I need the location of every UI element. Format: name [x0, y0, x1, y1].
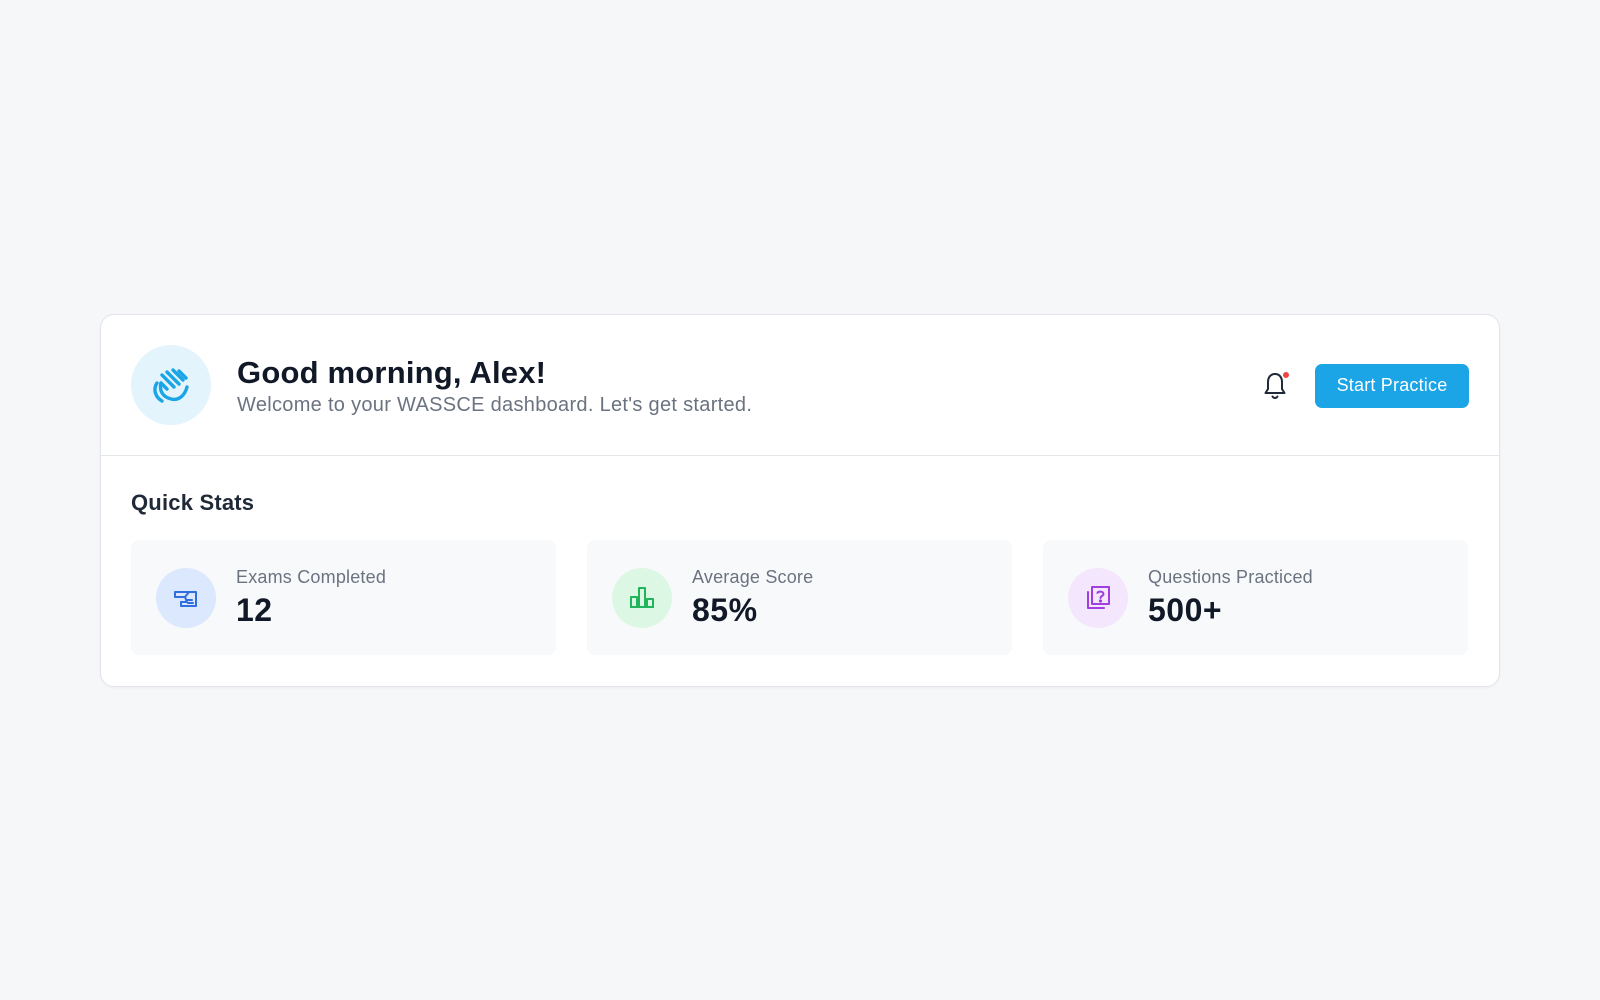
- stat-label: Average Score: [692, 566, 814, 587]
- graduation-cap-icon: [156, 567, 216, 628]
- welcome-subtitle: Welcome to your WASSCE dashboard. Let's …: [237, 393, 753, 416]
- question-stack-icon: [1068, 567, 1128, 628]
- stat-card-questions: Questions Practiced 500+: [1043, 540, 1468, 655]
- stat-label: Questions Practiced: [1148, 566, 1313, 587]
- notification-badge: [1282, 370, 1290, 379]
- stat-label: Exams Completed: [236, 566, 387, 587]
- stat-value: 85%: [692, 591, 758, 628]
- quick-stats-section: Quick Stats Exams Completed 12 Average S…: [101, 456, 1499, 685]
- waving-hand-icon: [131, 345, 211, 425]
- notifications-button[interactable]: [1261, 370, 1290, 402]
- dashboard-header: Good morning, Alex! Welcome to your WASS…: [101, 315, 1499, 456]
- stat-card-average-score: Average Score 85%: [587, 540, 1012, 655]
- stat-card-exams: Exams Completed 12: [131, 540, 556, 655]
- stat-value: 500+: [1148, 591, 1223, 628]
- greeting-heading: Good morning, Alex!: [237, 354, 547, 390]
- bar-chart-icon: [612, 567, 672, 628]
- stat-value: 12: [236, 591, 273, 628]
- section-title: Quick Stats: [131, 490, 255, 515]
- start-practice-button[interactable]: Start Practice: [1315, 363, 1469, 408]
- dashboard-card: Good morning, Alex! Welcome to your WASS…: [100, 314, 1500, 687]
